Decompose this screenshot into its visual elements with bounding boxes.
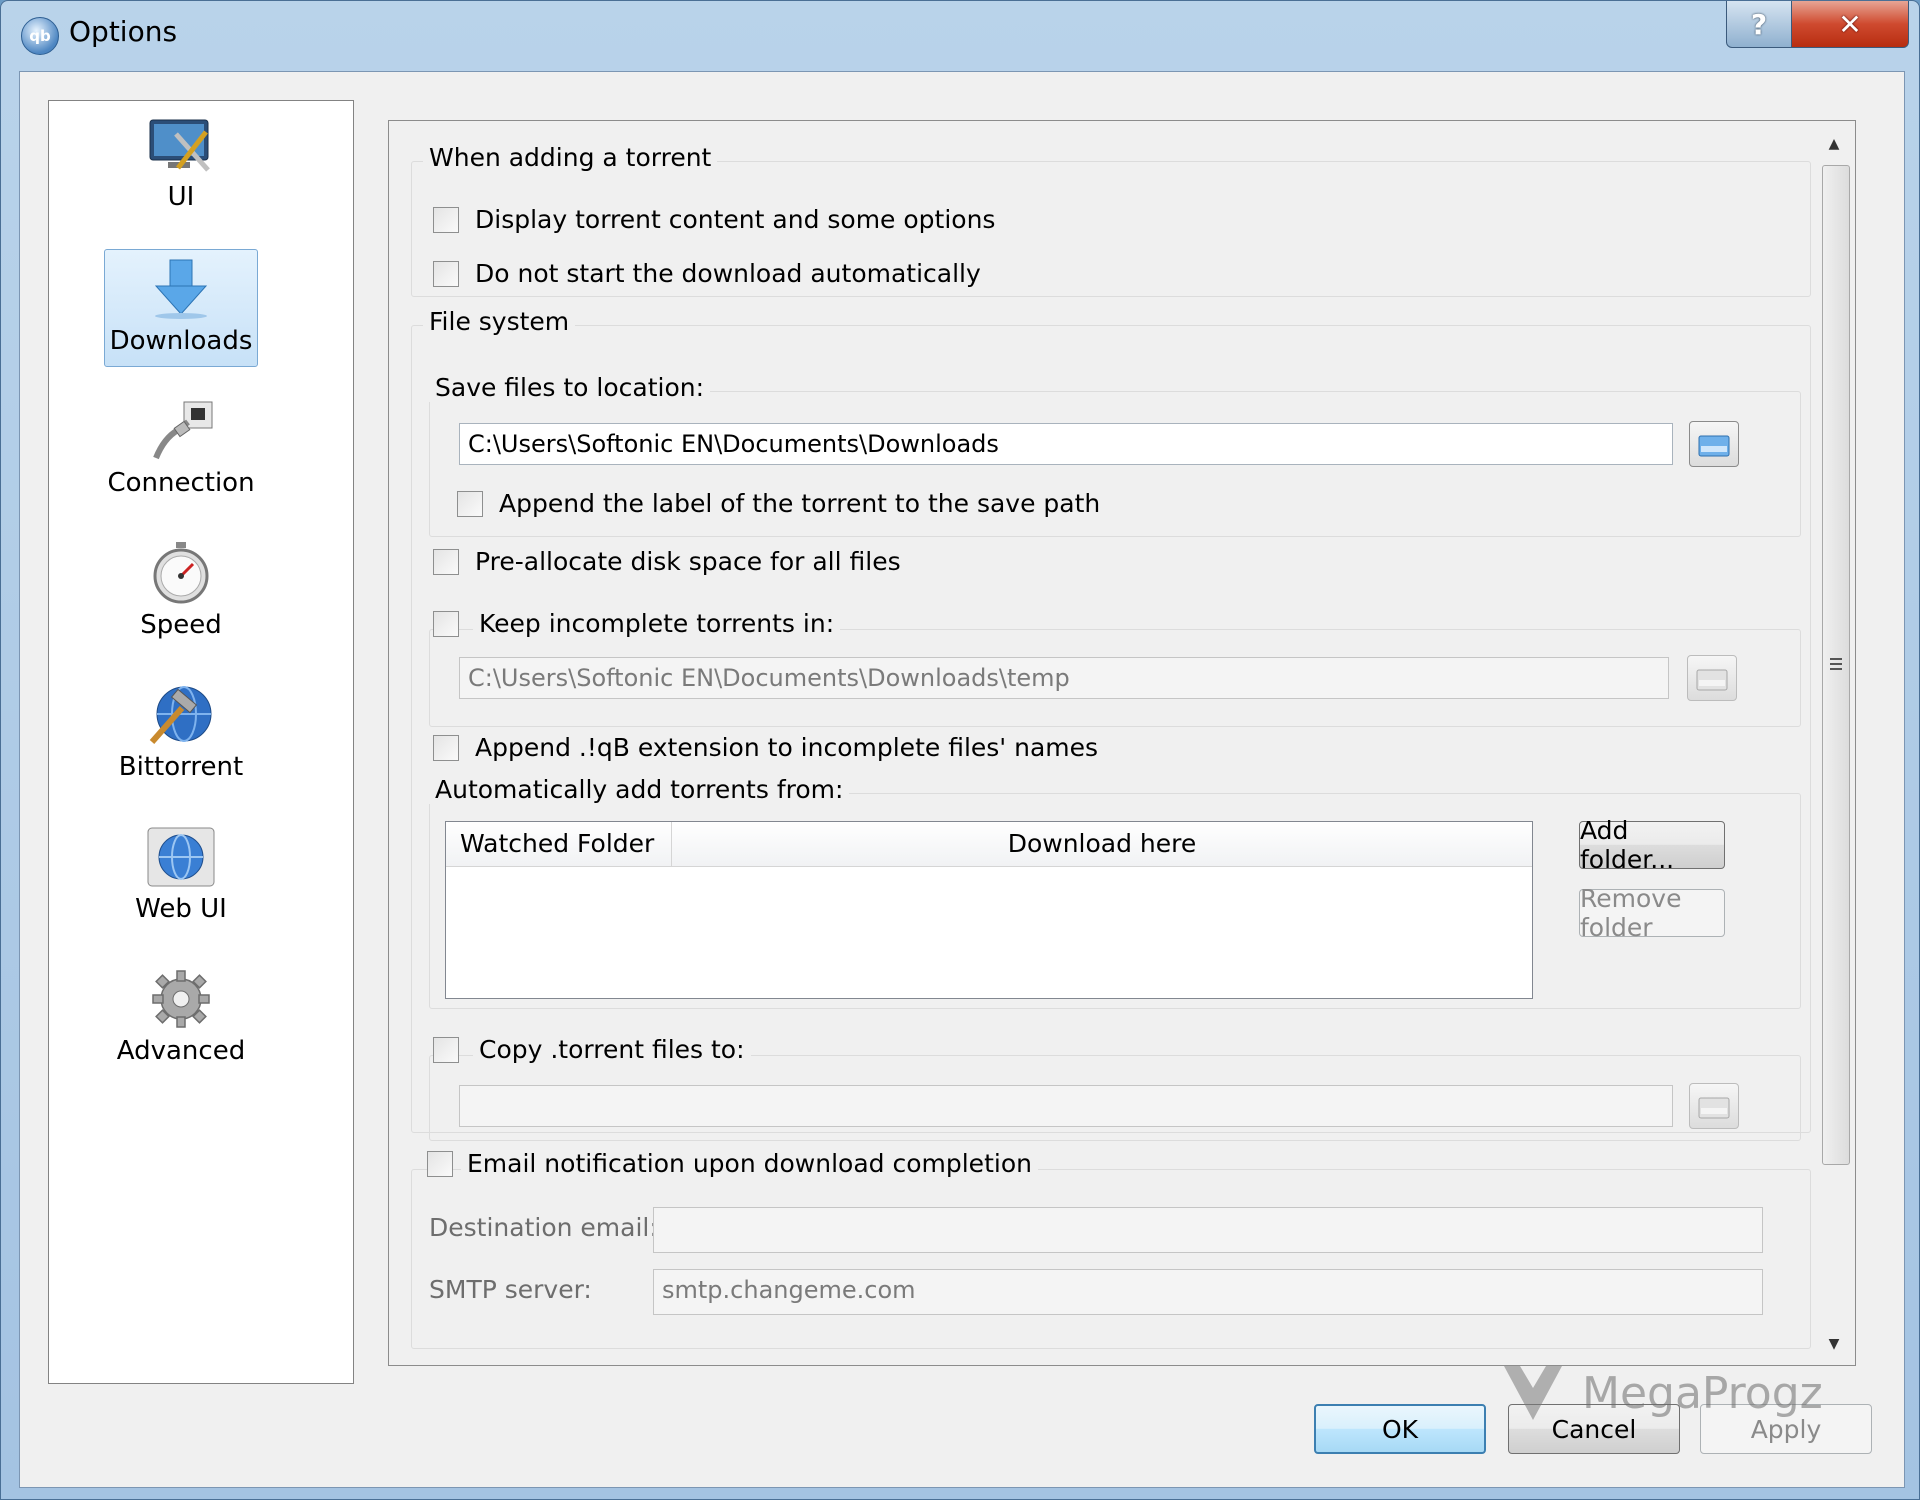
append-label-checkbox[interactable] [457, 491, 483, 517]
smtp-server-label: SMTP server: [429, 1275, 592, 1304]
folder-icon [1696, 669, 1728, 691]
watermark-text: MegaProgz [1582, 1367, 1823, 1419]
auto-add-label: Automatically add torrents from: [429, 775, 850, 804]
preallocate-label: Pre-allocate disk space for all files [475, 547, 901, 576]
table-header: Watched Folder Download here [446, 822, 1532, 867]
adding-torrent-group-title: When adding a torrent [423, 143, 718, 172]
title-bar[interactable]: qb Options ? ✕ [1, 1, 1919, 71]
downloads-settings-panel: When adding a torrent Display torrent co… [388, 120, 1856, 1366]
no-autostart-label: Do not start the download automatically [475, 259, 981, 288]
keep-incomplete-label: Keep incomplete torrents in: [473, 609, 841, 638]
dialog-client-area: UI Downloads Connection Speed Bittorrent… [19, 71, 1905, 1488]
email-notification-checkbox[interactable] [427, 1151, 453, 1177]
options-sidebar: UI Downloads Connection Speed Bittorrent… [48, 100, 354, 1384]
destination-email-label: Destination email: [429, 1213, 658, 1242]
copy-torrent-label: Copy .torrent files to: [473, 1035, 751, 1064]
network-plug-icon [146, 400, 216, 462]
sidebar-item-bittorrent[interactable]: Bittorrent [104, 675, 258, 793]
sidebar-item-advanced[interactable]: Advanced [104, 959, 258, 1077]
watermark: MegaProgz [1498, 1362, 1823, 1424]
email-group [411, 1169, 1811, 1349]
keep-incomplete-checkbox[interactable] [433, 611, 459, 637]
question-mark-icon: ? [1750, 7, 1768, 41]
stopwatch-icon [146, 542, 216, 604]
ok-button[interactable]: OK [1314, 1404, 1486, 1454]
scroll-up-arrow-icon[interactable]: ▲ [1817, 127, 1851, 161]
sidebar-item-label: UI [167, 182, 195, 212]
column-download-here[interactable]: Download here [672, 822, 1532, 866]
save-path-input[interactable]: C:\Users\Softonic EN\Documents\Downloads [459, 423, 1673, 465]
qbittorrent-app-icon: qb [21, 17, 59, 55]
sidebar-item-connection[interactable]: Connection [104, 391, 258, 509]
watched-folders-table[interactable]: Watched Folder Download here [445, 821, 1533, 999]
gear-icon [146, 968, 216, 1030]
sidebar-item-label: Connection [107, 468, 255, 498]
monitor-tools-icon [146, 114, 216, 176]
sidebar-item-label: Web UI [135, 894, 227, 924]
preallocate-checkbox[interactable] [433, 549, 459, 575]
sidebar-item-downloads[interactable]: Downloads [104, 249, 258, 367]
copy-path-browse-button[interactable] [1689, 1083, 1739, 1129]
destination-email-input[interactable] [653, 1207, 1763, 1253]
remove-folder-button[interactable]: Remove folder [1579, 884, 1725, 942]
window-title: Options [69, 15, 178, 48]
sidebar-item-label: Downloads [109, 326, 253, 356]
sidebar-item-ui[interactable]: UI [104, 105, 258, 223]
append-ext-label: Append .!qB extension to incomplete file… [475, 733, 1099, 762]
file-system-group-title: File system [423, 307, 576, 336]
globe-hammer-icon [146, 684, 216, 746]
vertical-scrollbar-thumb[interactable] [1822, 165, 1850, 1165]
save-path-browse-button[interactable] [1689, 421, 1739, 467]
display-content-label: Display torrent content and some options [475, 205, 996, 234]
folder-icon [1698, 1097, 1730, 1119]
temp-path-input[interactable]: C:\Users\Softonic EN\Documents\Downloads… [459, 657, 1669, 699]
email-notification-label: Email notification upon download complet… [461, 1149, 1038, 1178]
sidebar-item-web-ui[interactable]: Web UI [104, 817, 258, 935]
append-label-label: Append the label of the torrent to the s… [499, 489, 1101, 518]
sidebar-item-label: Bittorrent [118, 752, 244, 782]
temp-path-browse-button[interactable] [1687, 655, 1737, 701]
scroll-down-arrow-icon[interactable]: ▼ [1817, 1327, 1851, 1361]
display-content-checkbox[interactable] [433, 207, 459, 233]
close-button[interactable]: ✕ [1791, 1, 1909, 48]
sidebar-item-speed[interactable]: Speed [104, 533, 258, 651]
copy-torrent-checkbox[interactable] [433, 1037, 459, 1063]
save-location-label: Save files to location: [429, 373, 711, 402]
add-folder-button[interactable]: Add folder... [1579, 816, 1725, 874]
options-window: qb Options ? ✕ UI Downloads Connection S… [0, 0, 1920, 1500]
sidebar-item-label: Speed [140, 610, 222, 640]
download-arrow-icon [146, 258, 216, 320]
watermark-logo-icon [1504, 1366, 1562, 1420]
column-watched-folder[interactable]: Watched Folder [446, 822, 672, 866]
sidebar-item-label: Advanced [116, 1036, 246, 1066]
scroll-grip-icon [1830, 658, 1842, 672]
help-button[interactable]: ? [1726, 1, 1792, 48]
smtp-server-input[interactable]: smtp.changeme.com [653, 1269, 1763, 1315]
append-ext-checkbox[interactable] [433, 735, 459, 761]
close-icon: ✕ [1838, 7, 1862, 41]
folder-icon [1698, 435, 1730, 457]
web-globe-icon [146, 826, 216, 888]
no-autostart-checkbox[interactable] [433, 261, 459, 287]
copy-path-input[interactable] [459, 1085, 1673, 1127]
